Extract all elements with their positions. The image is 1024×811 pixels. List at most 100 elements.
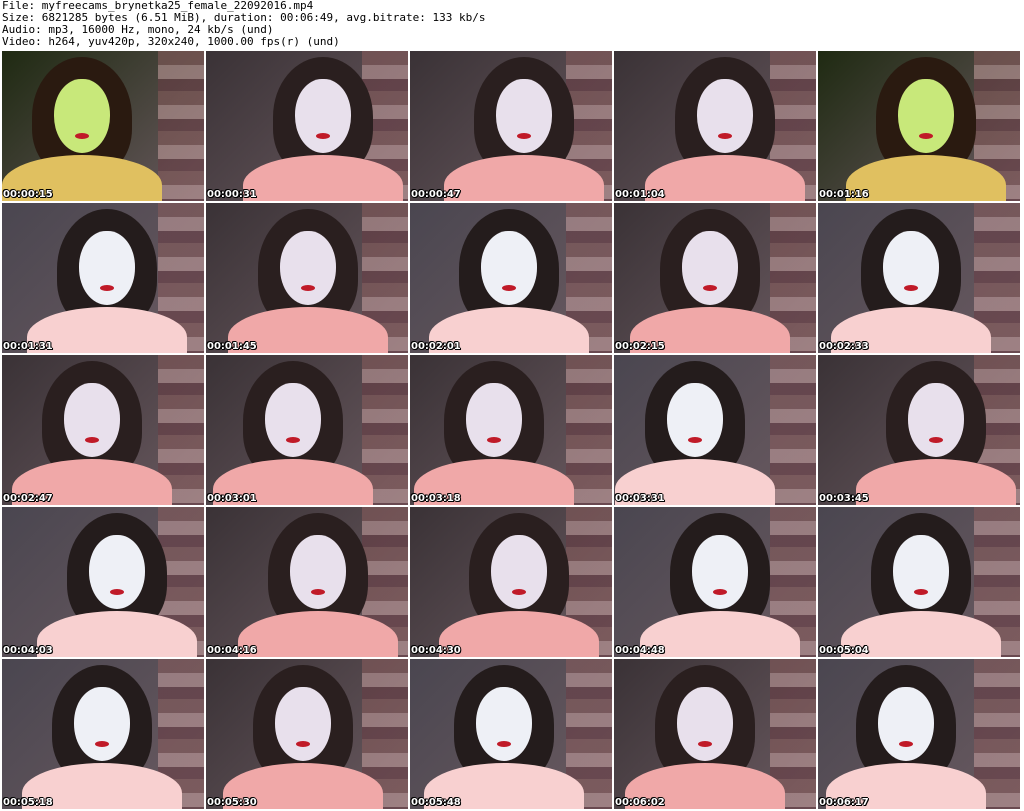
video-thumbnail: 00:06:17 — [818, 659, 1020, 809]
timestamp-label: 00:05:48 — [411, 797, 461, 808]
timestamp-label: 00:01:31 — [3, 341, 53, 352]
lips-shape — [296, 741, 310, 747]
face-shape — [290, 535, 346, 609]
video-thumbnail: 00:02:15 — [614, 203, 816, 353]
timestamp-label: 00:05:04 — [819, 645, 869, 656]
lips-shape — [517, 133, 531, 139]
video-thumbnail: 00:04:48 — [614, 507, 816, 657]
video-thumbnail: 00:03:01 — [206, 355, 408, 505]
video-info-line: Video: h264, yuv420p, 320x240, 1000.00 f… — [2, 35, 340, 48]
lips-shape — [688, 437, 702, 443]
face-shape — [878, 687, 934, 761]
timestamp-label: 00:06:17 — [819, 797, 869, 808]
face-shape — [265, 383, 321, 457]
timestamp-label: 00:03:18 — [411, 493, 461, 504]
curtain-pattern — [770, 355, 816, 505]
lips-shape — [311, 589, 325, 595]
video-thumbnail: 00:01:31 — [2, 203, 204, 353]
lips-shape — [75, 133, 89, 139]
video-thumbnail: 00:05:30 — [206, 659, 408, 809]
face-shape — [466, 383, 522, 457]
lips-shape — [929, 437, 943, 443]
timestamp-label: 00:04:16 — [207, 645, 257, 656]
lips-shape — [914, 589, 928, 595]
face-shape — [667, 383, 723, 457]
lips-shape — [286, 437, 300, 443]
video-thumbnail: 00:02:33 — [818, 203, 1020, 353]
timestamp-label: 00:00:31 — [207, 189, 257, 200]
lips-shape — [512, 589, 526, 595]
video-thumbnail: 00:02:01 — [410, 203, 612, 353]
timestamp-label: 00:06:02 — [615, 797, 665, 808]
lips-shape — [904, 285, 918, 291]
face-shape — [280, 231, 336, 305]
video-thumbnail: 00:03:31 — [614, 355, 816, 505]
timestamp-label: 00:02:15 — [615, 341, 665, 352]
lips-shape — [316, 133, 330, 139]
timestamp-label: 00:02:33 — [819, 341, 869, 352]
video-thumbnail: 00:03:18 — [410, 355, 612, 505]
face-shape — [74, 687, 130, 761]
face-shape — [697, 79, 753, 153]
lips-shape — [301, 285, 315, 291]
timestamp-label: 00:02:47 — [3, 493, 53, 504]
video-thumbnail: 00:04:16 — [206, 507, 408, 657]
lips-shape — [85, 437, 99, 443]
timestamp-label: 00:04:48 — [615, 645, 665, 656]
timestamp-label: 00:05:30 — [207, 797, 257, 808]
lips-shape — [487, 437, 501, 443]
video-thumbnail: 00:00:15 — [2, 51, 204, 201]
face-shape — [275, 687, 331, 761]
video-thumbnail: 00:05:48 — [410, 659, 612, 809]
lips-shape — [100, 285, 114, 291]
curtain-pattern — [158, 51, 204, 201]
lips-shape — [713, 589, 727, 595]
face-shape — [481, 231, 537, 305]
thumbnail-grid: 00:00:15 00:00:31 00:00:47 00:01:04 00:01:16… — [2, 51, 1022, 811]
file-info-header: File: myfreecams_brynetka25_female_22092… — [2, 0, 1022, 50]
face-shape — [692, 535, 748, 609]
curtain-pattern — [566, 355, 612, 505]
face-shape — [89, 535, 145, 609]
video-thumbnail: 00:04:03 — [2, 507, 204, 657]
face-shape — [491, 535, 547, 609]
video-thumbnail: 00:01:16 — [818, 51, 1020, 201]
face-shape — [883, 231, 939, 305]
video-thumbnail: 00:04:30 — [410, 507, 612, 657]
timestamp-label: 00:00:15 — [3, 189, 53, 200]
timestamp-label: 00:02:01 — [411, 341, 461, 352]
lips-shape — [698, 741, 712, 747]
face-shape — [295, 79, 351, 153]
lips-shape — [899, 741, 913, 747]
timestamp-label: 00:03:31 — [615, 493, 665, 504]
timestamp-label: 00:01:16 — [819, 189, 869, 200]
face-shape — [682, 231, 738, 305]
video-thumbnail: 00:05:04 — [818, 507, 1020, 657]
lips-shape — [110, 589, 124, 595]
face-shape — [898, 79, 954, 153]
lips-shape — [703, 285, 717, 291]
lips-shape — [718, 133, 732, 139]
face-shape — [893, 535, 949, 609]
timestamp-label: 00:03:01 — [207, 493, 257, 504]
face-shape — [908, 383, 964, 457]
lips-shape — [502, 285, 516, 291]
timestamp-label: 00:00:47 — [411, 189, 461, 200]
face-shape — [677, 687, 733, 761]
video-thumbnail: 00:03:45 — [818, 355, 1020, 505]
video-thumbnail: 00:01:45 — [206, 203, 408, 353]
video-thumbnail: 00:05:18 — [2, 659, 204, 809]
lips-shape — [95, 741, 109, 747]
face-shape — [54, 79, 110, 153]
face-shape — [79, 231, 135, 305]
video-thumbnail: 00:00:31 — [206, 51, 408, 201]
video-thumbnail: 00:01:04 — [614, 51, 816, 201]
timestamp-label: 00:05:18 — [3, 797, 53, 808]
video-thumbnail: 00:02:47 — [2, 355, 204, 505]
face-shape — [476, 687, 532, 761]
timestamp-label: 00:01:45 — [207, 341, 257, 352]
lips-shape — [497, 741, 511, 747]
face-shape — [64, 383, 120, 457]
timestamp-label: 00:01:04 — [615, 189, 665, 200]
lips-shape — [919, 133, 933, 139]
